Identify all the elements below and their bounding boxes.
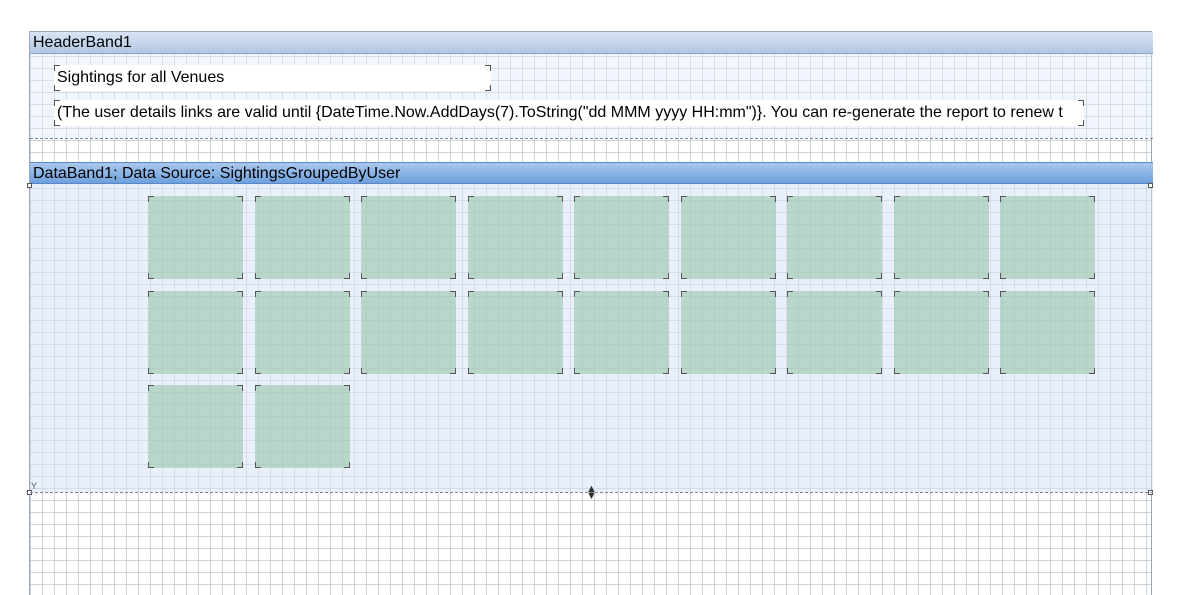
data-cell[interactable] [1000, 290, 1095, 374]
title-text: Sightings for all Venues [57, 69, 225, 86]
resize-vertical-icon[interactable]: ▲ ▼ [586, 484, 597, 502]
data-cell[interactable] [361, 196, 456, 279]
data-cell[interactable] [361, 290, 456, 374]
data-cell[interactable] [893, 196, 989, 279]
data-cell[interactable] [574, 290, 669, 374]
data-cell[interactable] [467, 196, 563, 279]
data-cell[interactable] [574, 196, 669, 279]
selection-handle-tl[interactable] [27, 183, 32, 188]
data-cell[interactable] [680, 196, 776, 279]
selection-handle-tr[interactable] [1148, 183, 1153, 188]
title-textbox[interactable]: Sightings for all Venues [54, 65, 491, 91]
data-cell[interactable] [148, 290, 243, 374]
data-cell[interactable] [254, 196, 350, 279]
header-band-title[interactable]: HeaderBand1 [30, 32, 1153, 54]
note-textbox[interactable]: (The user details links are valid until … [54, 100, 1084, 126]
header-band-bottom-line [30, 138, 1153, 139]
data-cell[interactable] [254, 290, 350, 374]
note-text: (The user details links are valid until … [57, 104, 1063, 121]
data-cell[interactable] [787, 290, 882, 374]
data-cell[interactable] [1000, 196, 1095, 279]
data-cell[interactable] [254, 385, 350, 468]
data-cell[interactable] [787, 196, 882, 279]
data-cell[interactable] [148, 196, 243, 279]
data-cell[interactable] [148, 385, 243, 468]
report-page: HeaderBand1 Sightings for all Venues (Th… [27, 31, 1153, 595]
data-band-title[interactable]: DataBand1; Data Source: SightingsGrouped… [30, 162, 1153, 184]
data-cell[interactable] [893, 290, 989, 374]
band-marker: Y [31, 481, 38, 491]
data-cell[interactable] [467, 290, 563, 374]
data-cell[interactable] [680, 290, 776, 374]
